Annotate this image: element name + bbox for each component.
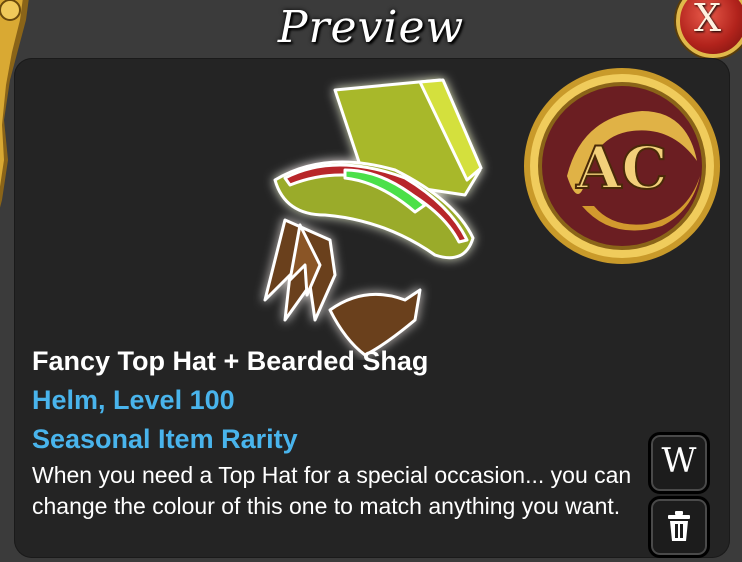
window-title: Preview <box>277 2 465 53</box>
item-name: Fancy Top Hat + Bearded Shag <box>32 346 429 376</box>
item-preview-image <box>263 78 483 357</box>
close-icon[interactable]: X <box>694 0 721 40</box>
trash-button[interactable] <box>648 496 710 558</box>
preview-window: Preview X AC Fancy Top Hat + Bearded Sha… <box>0 0 742 562</box>
item-description: When you need a Top Hat for a special oc… <box>32 462 632 519</box>
item-type: Helm, Level 100 <box>32 385 235 415</box>
wear-button[interactable]: W <box>648 432 710 494</box>
ac-coin-icon: AC <box>524 68 720 264</box>
trash-icon[interactable] <box>651 499 707 555</box>
item-rarity: Seasonal Item Rarity <box>32 424 298 454</box>
wear-icon[interactable]: W <box>651 441 707 481</box>
ac-coin-label: AC <box>575 134 667 202</box>
